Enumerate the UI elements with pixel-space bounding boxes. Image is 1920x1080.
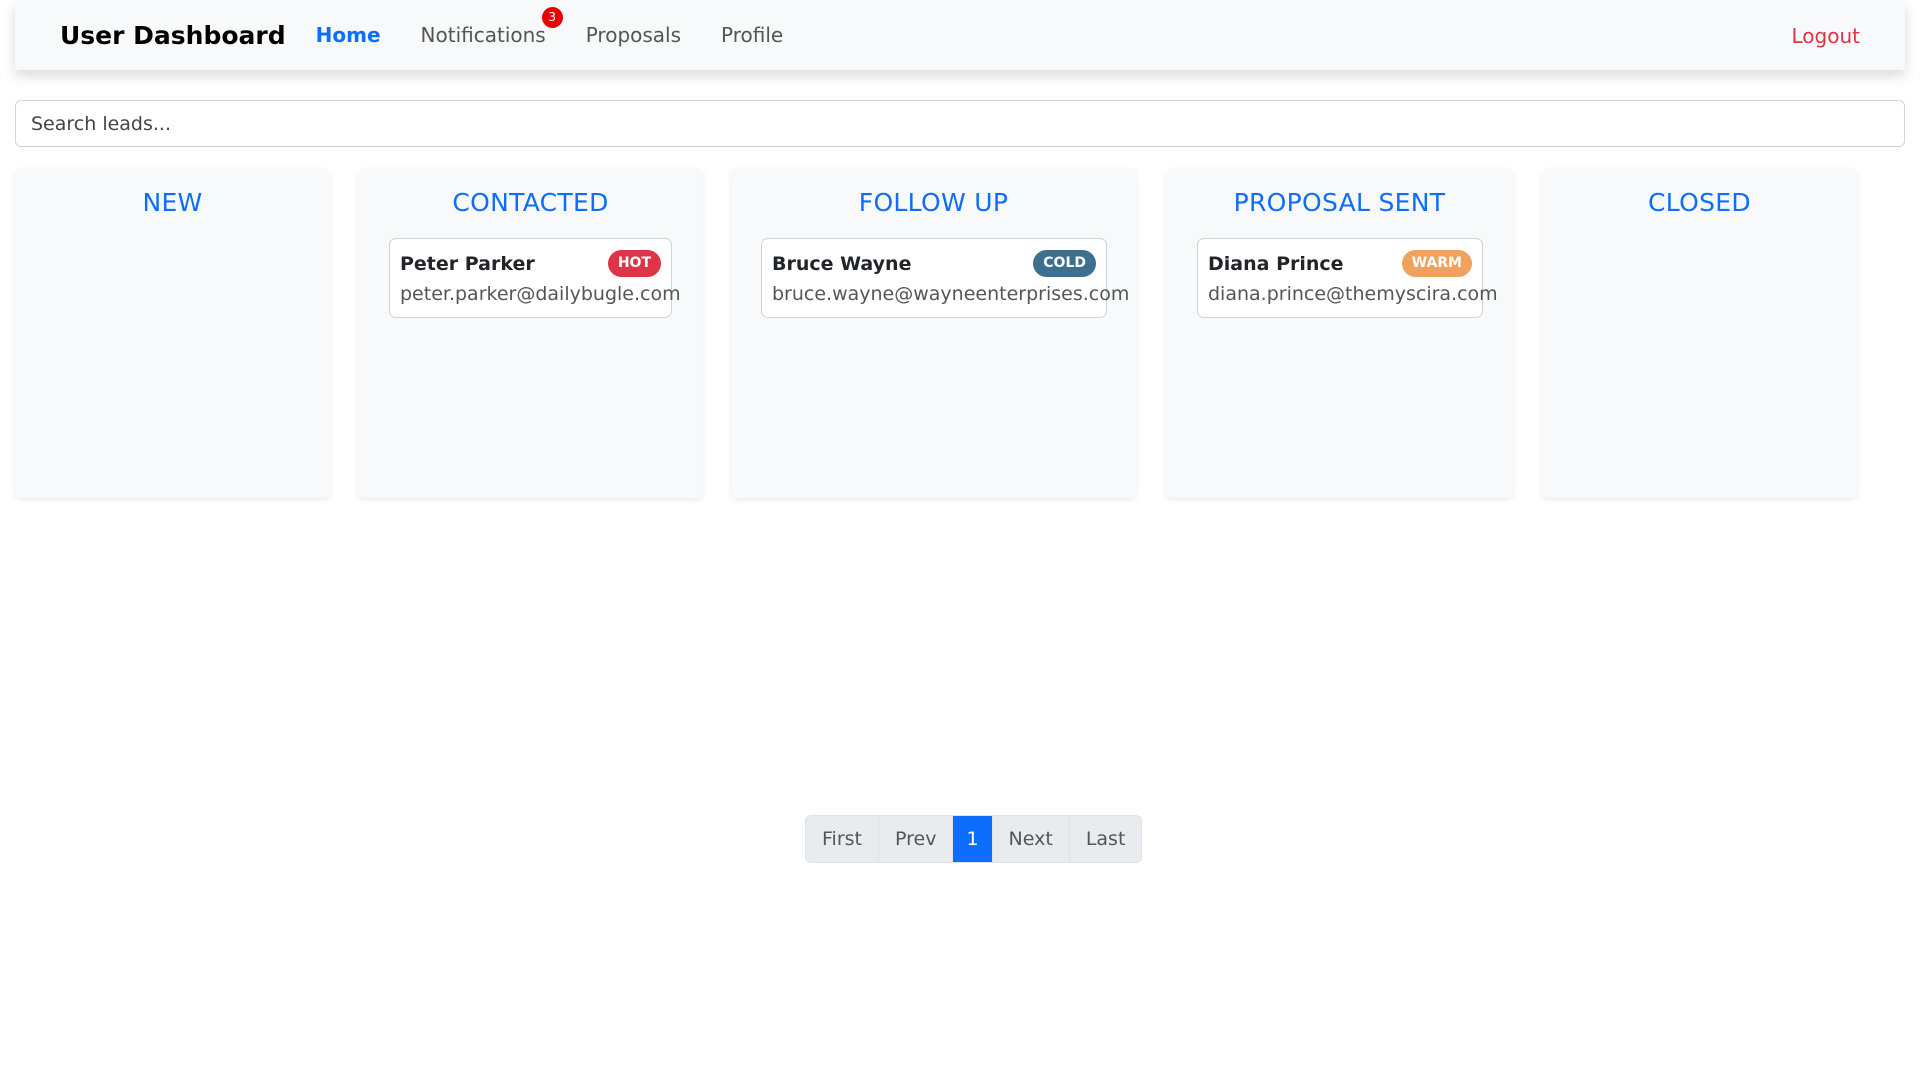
lead-email: bruce.wayne@wayneenterprises.com <box>772 283 1130 305</box>
nav-links: Home Notifications 3 Proposals Profile <box>316 7 824 47</box>
pagination-last-button[interactable]: Last <box>1069 816 1142 862</box>
column-proposal-sent: PROPOSAL SENT Diana Prince WARM diana.pr… <box>1166 168 1513 498</box>
notification-count-badge: 3 <box>541 7 563 28</box>
nav-link-notifications-label: Notifications <box>420 23 546 47</box>
logout-link[interactable]: Logout <box>1792 24 1860 48</box>
pagination-prev-button[interactable]: Prev <box>879 816 954 862</box>
pagination: First Prev 1 Next Last <box>805 815 1143 863</box>
column-new: NEW <box>15 168 330 498</box>
column-contacted: CONTACTED Peter Parker HOT peter.parker@… <box>358 168 703 498</box>
search-input[interactable] <box>15 100 1905 147</box>
lead-email: diana.prince@themyscira.com <box>1208 283 1498 305</box>
brand[interactable]: User Dashboard <box>60 21 286 50</box>
column-title: NEW <box>142 188 203 217</box>
navbar: User Dashboard Home Notifications 3 Prop… <box>15 0 1905 70</box>
priority-badge: WARM <box>1401 250 1472 277</box>
lead-email: peter.parker@dailybugle.com <box>400 283 681 305</box>
column-title: CLOSED <box>1648 188 1751 217</box>
lead-name: Bruce Wayne <box>772 253 912 275</box>
column-title: CONTACTED <box>452 188 609 217</box>
priority-badge: COLD <box>1033 250 1096 277</box>
pagination-first-button[interactable]: First <box>806 816 879 862</box>
nav-link-proposals[interactable]: Proposals <box>586 23 681 47</box>
pagination-page-1-button[interactable]: 1 <box>953 816 993 862</box>
lead-card-peter-parker[interactable]: Peter Parker HOT peter.parker@dailybugle… <box>389 238 681 318</box>
nav-link-profile[interactable]: Profile <box>721 23 783 47</box>
column-title: FOLLOW UP <box>858 188 1009 217</box>
column-title: PROPOSAL SENT <box>1233 188 1446 217</box>
column-closed: CLOSED <box>1542 168 1857 498</box>
nav-link-notifications[interactable]: Notifications 3 <box>420 7 563 47</box>
column-follow-up: FOLLOW UP Bruce Wayne COLD bruce.wayne@w… <box>731 168 1136 498</box>
lead-name: Diana Prince <box>1208 253 1344 275</box>
lead-card-diana-prince[interactable]: Diana Prince WARM diana.prince@themyscir… <box>1197 238 1498 318</box>
pagination-next-button[interactable]: Next <box>992 816 1070 862</box>
priority-badge: HOT <box>607 250 661 277</box>
lead-name: Peter Parker <box>400 253 535 275</box>
lead-card-bruce-wayne[interactable]: Bruce Wayne COLD bruce.wayne@wayneenterp… <box>761 238 1129 318</box>
nav-link-home[interactable]: Home <box>316 23 381 47</box>
